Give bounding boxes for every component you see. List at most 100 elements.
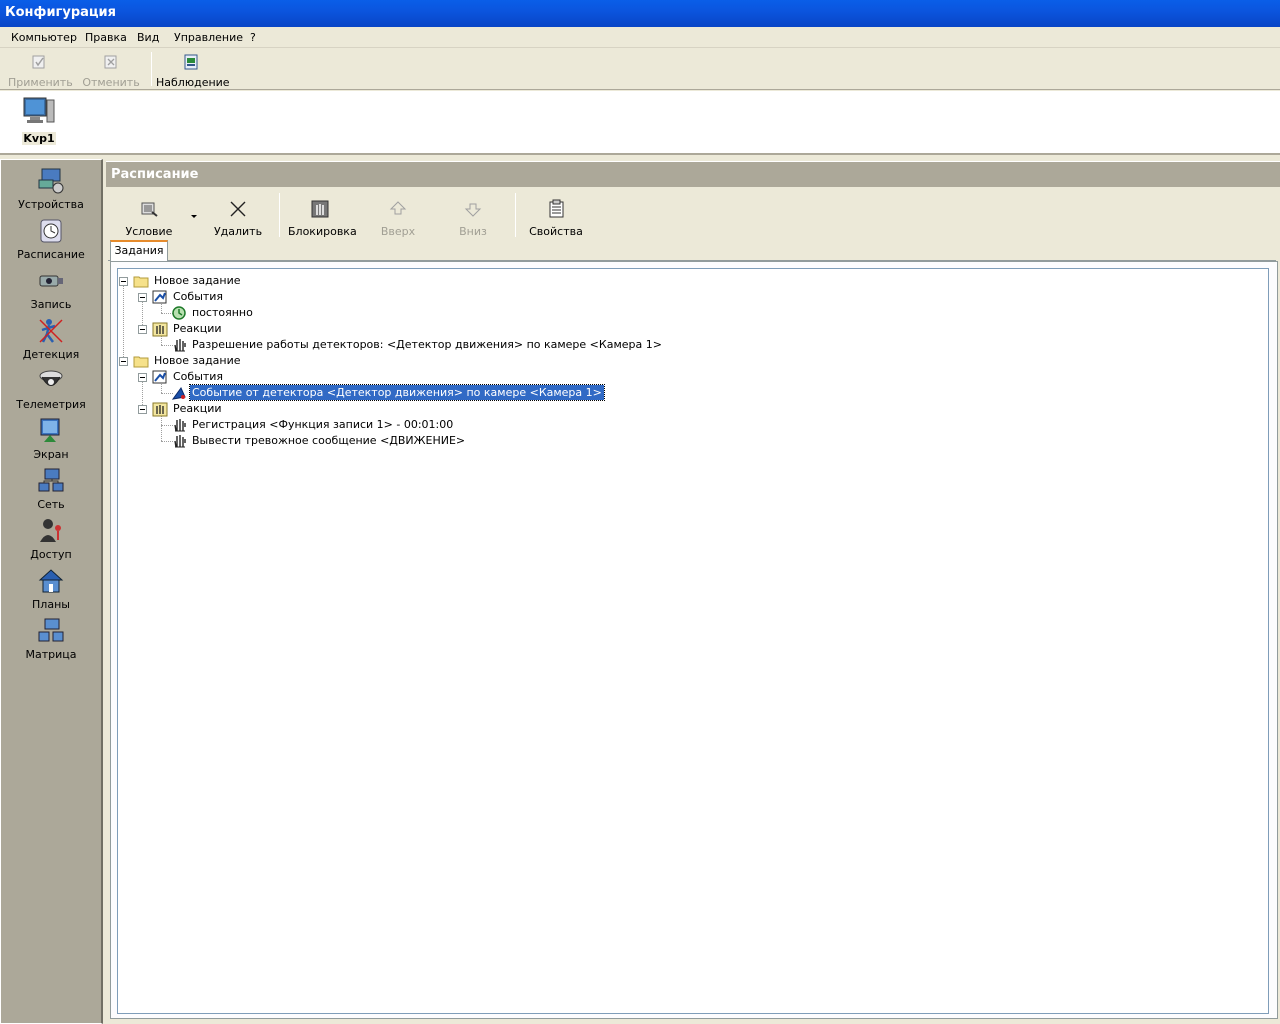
tasks-tree[interactable]: Новое задание События постоянно Реакции … bbox=[117, 268, 1269, 1014]
nav-label: Расписание bbox=[17, 248, 85, 261]
tree-node-task[interactable]: Новое задание bbox=[152, 353, 243, 369]
matrix-icon bbox=[38, 618, 64, 642]
reaction-label: Разрешение работы детекторов: <Детектор … bbox=[192, 338, 662, 351]
cancel-icon bbox=[104, 55, 117, 69]
tree-node-event-selected[interactable]: Событие от детектора <Детектор движения>… bbox=[189, 384, 605, 401]
nav-label: Запись bbox=[30, 298, 72, 311]
expand-toggle[interactable] bbox=[138, 405, 147, 414]
dome-camera-icon bbox=[39, 370, 63, 386]
reactions-icon bbox=[152, 322, 168, 337]
delete-icon bbox=[230, 201, 246, 217]
nav-label: Устройства bbox=[18, 198, 84, 211]
computer-item[interactable]: Kvp1 bbox=[22, 95, 56, 145]
tree-line bbox=[123, 281, 124, 361]
nav-devices[interactable]: Устройства bbox=[1, 166, 101, 216]
tree-node-reaction[interactable]: Вывести тревожное сообщение <ДВИЖЕНИЕ> bbox=[190, 433, 467, 449]
cancel-button[interactable]: Отменить bbox=[82, 51, 140, 89]
apply-label: Применить bbox=[8, 76, 73, 89]
menu-view[interactable]: Вид bbox=[137, 31, 159, 44]
title-bar: Конфигурация bbox=[0, 0, 1280, 27]
nav-detection[interactable]: Детекция bbox=[1, 316, 101, 366]
network-icon bbox=[38, 468, 64, 492]
nav-screen[interactable]: Экран bbox=[1, 416, 101, 466]
tree-node-events[interactable]: События bbox=[171, 289, 225, 305]
computer-icon bbox=[23, 97, 55, 123]
nav-label: Матрица bbox=[25, 648, 77, 661]
monitor-button[interactable]: Наблюдение bbox=[156, 51, 230, 89]
condition-icon bbox=[141, 202, 158, 217]
detection-icon bbox=[39, 319, 63, 343]
nav-matrix[interactable]: Матрица bbox=[1, 616, 101, 666]
toolbar-separator bbox=[515, 193, 516, 237]
nav-plans[interactable]: Планы bbox=[1, 566, 101, 616]
properties-button[interactable]: Свойства bbox=[528, 197, 584, 238]
nav-label: Сеть bbox=[37, 498, 65, 511]
block-button[interactable]: Блокировка bbox=[288, 197, 357, 238]
properties-label: Свойства bbox=[529, 225, 583, 238]
tree-node-events[interactable]: События bbox=[171, 369, 225, 385]
menu-edit[interactable]: Правка bbox=[85, 31, 127, 44]
tasks-tree-container: Новое задание События постоянно Реакции … bbox=[110, 261, 1278, 1019]
expand-toggle[interactable] bbox=[119, 277, 128, 286]
cancel-label: Отменить bbox=[82, 76, 140, 89]
events-icon bbox=[152, 370, 167, 384]
left-nav: Устройства Расписание Запись Детекция Те… bbox=[0, 159, 103, 1024]
arrow-up-icon bbox=[389, 201, 407, 215]
down-button[interactable]: Вниз bbox=[452, 197, 494, 238]
nav-access[interactable]: Доступ bbox=[1, 516, 101, 566]
menu-computer[interactable]: Компьютер bbox=[11, 31, 77, 44]
condition-label: Условие bbox=[125, 225, 173, 238]
condition-dropdown-arrow[interactable] bbox=[191, 215, 197, 218]
nav-record[interactable]: Запись bbox=[1, 266, 101, 316]
event-label: постоянно bbox=[192, 306, 253, 319]
hand-icon bbox=[174, 419, 186, 432]
properties-icon bbox=[549, 199, 564, 218]
event-label: Событие от детектора <Детектор движения>… bbox=[189, 384, 605, 401]
folder-icon bbox=[133, 356, 149, 368]
nav-schedule[interactable]: Расписание bbox=[1, 216, 101, 266]
computer-label: Kvp1 bbox=[22, 132, 56, 145]
apply-icon bbox=[32, 55, 45, 69]
expand-toggle[interactable] bbox=[138, 325, 147, 334]
monitor-icon bbox=[184, 54, 198, 70]
camera-icon bbox=[39, 275, 63, 287]
task-label: Новое задание bbox=[154, 354, 241, 367]
folder-icon bbox=[133, 276, 149, 288]
condition-button[interactable]: Условие bbox=[122, 197, 176, 238]
main-toolbar: Применить Отменить Наблюдение bbox=[0, 48, 1280, 90]
tree-node-reaction[interactable]: Регистрация <Функция записи 1> - 00:01:0… bbox=[190, 417, 455, 433]
panel-toolbar: Условие Удалить Блокировка Вверх Вниз Св… bbox=[108, 191, 1276, 239]
menu-control[interactable]: Управление bbox=[174, 31, 243, 44]
expand-toggle[interactable] bbox=[138, 293, 147, 302]
always-icon bbox=[172, 306, 186, 320]
nav-label: Доступ bbox=[30, 548, 72, 561]
expand-toggle[interactable] bbox=[119, 357, 128, 366]
tree-node-reactions[interactable]: Реакции bbox=[171, 321, 224, 337]
events-icon bbox=[152, 290, 167, 304]
delete-label: Удалить bbox=[213, 225, 263, 238]
delete-button[interactable]: Удалить bbox=[212, 197, 264, 238]
apply-button[interactable]: Применить bbox=[8, 51, 73, 89]
reaction-label: Вывести тревожное сообщение <ДВИЖЕНИЕ> bbox=[192, 434, 466, 447]
devices-icon bbox=[38, 168, 64, 194]
nav-telemetry[interactable]: Телеметрия bbox=[1, 366, 101, 416]
menu-bar: Компьютер Правка Вид Управление ? bbox=[0, 27, 1280, 48]
tree-node-task[interactable]: Новое задание bbox=[152, 273, 243, 289]
up-button[interactable]: Вверх bbox=[376, 197, 420, 238]
tree-node-event[interactable]: постоянно bbox=[190, 305, 255, 321]
reactions-label: Реакции bbox=[173, 322, 222, 335]
nav-label: Планы bbox=[32, 598, 70, 611]
schedule-panel: Расписание Условие Удалить Блокировка Вв… bbox=[106, 159, 1280, 1024]
nav-network[interactable]: Сеть bbox=[1, 466, 101, 516]
events-label: События bbox=[173, 290, 224, 303]
arrow-down-icon bbox=[464, 203, 482, 217]
tree-node-reactions[interactable]: Реакции bbox=[171, 401, 224, 417]
tree-node-reaction[interactable]: Разрешение работы детекторов: <Детектор … bbox=[190, 337, 664, 353]
hand-icon bbox=[174, 435, 186, 448]
tab-tasks[interactable]: Задания bbox=[110, 240, 168, 261]
reactions-label: Реакции bbox=[173, 402, 222, 415]
expand-toggle[interactable] bbox=[138, 373, 147, 382]
menu-help[interactable]: ? bbox=[250, 31, 256, 44]
nav-label: Детекция bbox=[22, 348, 80, 361]
hand-block-icon bbox=[311, 200, 329, 218]
